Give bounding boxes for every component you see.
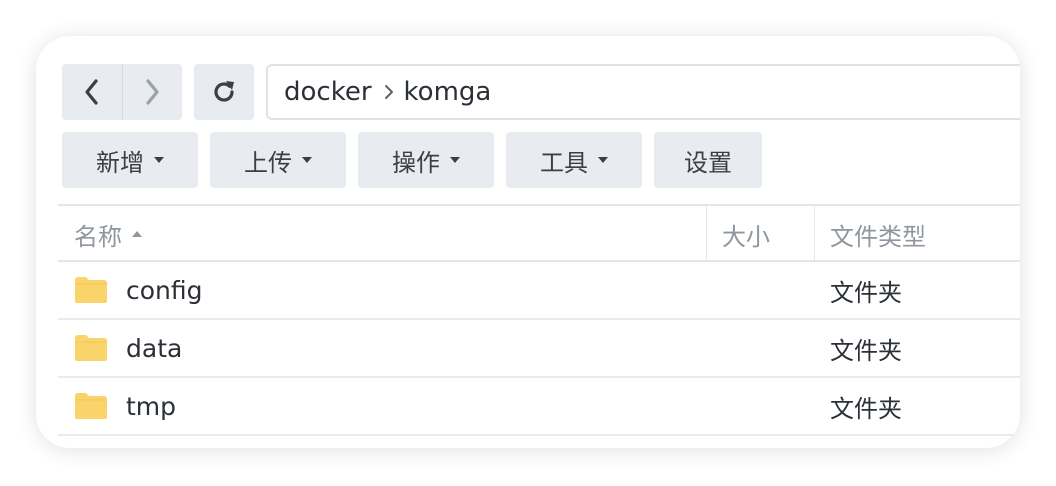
breadcrumb-komga[interactable]: komga [404, 77, 492, 107]
table-row[interactable]: data 文件夹 [58, 320, 1020, 378]
column-header-type[interactable]: 文件类型 [830, 206, 926, 262]
settings-button[interactable]: 设置 [654, 132, 762, 188]
action-menu-button[interactable]: 操作 [358, 132, 494, 188]
file-type: 文件夹 [830, 394, 902, 423]
column-type-label: 文件类型 [830, 222, 926, 251]
nav-buttons [62, 64, 182, 120]
action-menu-label: 操作 [392, 148, 440, 177]
file-station-window: docker komga 新增 上传 操作 工具 设置 名称 大小 文件类型 c… [36, 36, 1020, 448]
tools-menu-label: 工具 [540, 148, 588, 177]
path-bar[interactable]: docker komga [266, 64, 1020, 120]
settings-label: 设置 [684, 148, 732, 177]
file-name[interactable]: tmp [126, 378, 176, 434]
create-menu-label: 新增 [96, 148, 144, 177]
caret-down-icon [450, 157, 460, 163]
chevron-right-icon [146, 79, 159, 105]
refresh-icon [214, 81, 234, 102]
column-divider[interactable] [814, 206, 815, 262]
table-header: 名称 大小 文件类型 [58, 204, 1020, 262]
refresh-button[interactable] [194, 64, 254, 120]
column-header-name[interactable]: 名称 [74, 206, 142, 262]
breadcrumb-docker[interactable]: docker [284, 77, 372, 107]
file-type: 文件夹 [830, 278, 902, 307]
caret-down-icon [302, 157, 312, 163]
forward-button[interactable] [122, 64, 182, 120]
create-menu-button[interactable]: 新增 [62, 132, 198, 188]
folder-icon [75, 393, 107, 419]
file-type: 文件夹 [830, 336, 902, 365]
tools-menu-button[interactable]: 工具 [506, 132, 642, 188]
caret-down-icon [154, 157, 164, 163]
column-name-label: 名称 [74, 222, 122, 251]
file-name[interactable]: data [126, 320, 182, 376]
column-size-label: 大小 [722, 222, 770, 251]
column-divider[interactable] [706, 206, 707, 262]
upload-menu-label: 上传 [244, 148, 292, 177]
table-row[interactable]: config 文件夹 [58, 262, 1020, 320]
folder-icon [75, 277, 107, 303]
sort-ascending-icon [132, 231, 142, 237]
folder-icon [75, 335, 107, 361]
back-button[interactable] [62, 64, 122, 120]
breadcrumb-separator-icon [384, 84, 394, 100]
upload-menu-button[interactable]: 上传 [210, 132, 346, 188]
column-header-size[interactable]: 大小 [722, 206, 770, 262]
file-list: 名称 大小 文件类型 config 文件夹 data 文件夹 tmp 文件夹 [58, 204, 1020, 436]
file-name[interactable]: config [126, 262, 203, 318]
table-row[interactable]: tmp 文件夹 [58, 378, 1020, 436]
chevron-left-icon [85, 79, 98, 105]
caret-down-icon [598, 157, 608, 163]
